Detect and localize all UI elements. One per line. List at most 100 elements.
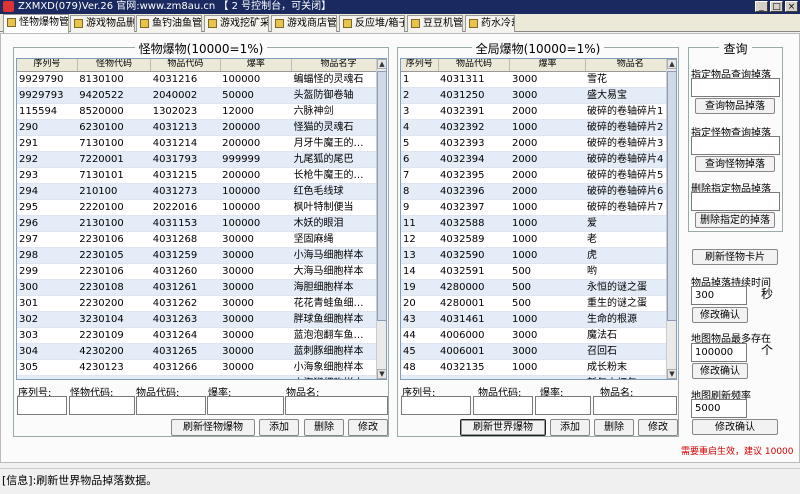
table-cell[interactable]: 爱: [585, 215, 676, 232]
table-row[interactable]: 43 4031461 1000 生命的根源: [401, 311, 676, 328]
table-cell[interactable]: 蝙蝠怪的灵魂石: [291, 71, 386, 88]
table-cell[interactable]: 297: [17, 231, 78, 248]
table-cell[interactable]: 6: [401, 151, 438, 168]
table-cell[interactable]: 3: [401, 103, 438, 120]
table-cell[interactable]: 20: [401, 295, 438, 312]
table-cell[interactable]: 30000: [220, 279, 292, 296]
table-row[interactable]: 2 4031250 3000 盛大易宝: [401, 87, 676, 104]
table-cell[interactable]: 3000: [509, 71, 585, 88]
table-cell[interactable]: 生命的根源: [585, 311, 676, 328]
table-cell[interactable]: 破碎的卷轴碎片2: [585, 119, 676, 136]
table-cell[interactable]: 成长粉末: [585, 359, 676, 376]
table-cell[interactable]: 4031263: [150, 311, 221, 328]
table-cell[interactable]: 4031265: [150, 343, 221, 360]
table-cell[interactable]: 305: [17, 359, 78, 376]
table-cell[interactable]: 2040002: [150, 87, 221, 104]
table-cell[interactable]: 293: [17, 167, 78, 184]
table-cell[interactable]: 500: [509, 263, 585, 280]
table-cell[interactable]: 8: [401, 183, 438, 200]
column-header[interactable]: 物品名字: [291, 59, 386, 72]
table-cell[interactable]: 1000: [509, 231, 585, 248]
table-cell[interactable]: 210100: [77, 183, 151, 200]
table-row[interactable]: 305 4230123 4031266 30000 小海象细胞样本: [17, 359, 386, 376]
global-seq-field[interactable]: [401, 396, 471, 415]
table-cell[interactable]: 2230109: [77, 327, 151, 344]
table-row[interactable]: 9 4032397 1000 破碎的卷轴碎片7: [401, 199, 676, 216]
monster-item-name-field[interactable]: [285, 396, 388, 415]
table-cell[interactable]: 200000: [220, 167, 292, 184]
table-row[interactable]: 20 4280001 500 重生的谜之蛋: [401, 295, 676, 312]
table-cell[interactable]: 4031214: [150, 135, 221, 152]
table-cell[interactable]: 296: [17, 215, 78, 232]
table-cell[interactable]: 2220100: [77, 199, 151, 216]
table-cell[interactable]: 1302023: [150, 103, 221, 120]
table-cell[interactable]: 295: [17, 199, 78, 216]
table-cell[interactable]: 298: [17, 247, 78, 264]
table-cell[interactable]: 9: [401, 199, 438, 216]
table-cell[interactable]: 2230200: [77, 295, 151, 312]
monster-drops-grid[interactable]: 序列号 怪物代码 物品代码 爆率 物品名字 9929790 8130100 4031216 1…: [16, 58, 387, 380]
table-row[interactable]: 1 4031311 3000 雪花: [401, 71, 676, 88]
monster-drops-scrollbar[interactable]: ▲ ▼: [376, 59, 386, 379]
table-cell[interactable]: 破碎的卷轴碎片7: [585, 199, 676, 216]
table-row[interactable]: 48 4032135 1000 成长粉末: [401, 359, 676, 376]
table-cell[interactable]: 小海马细胞样本: [291, 247, 386, 264]
table-cell[interactable]: 老: [585, 231, 676, 248]
table-cell[interactable]: 30000: [220, 247, 292, 264]
tab-monster-drops[interactable]: 怪物爆物管理: [3, 14, 69, 33]
table-cell[interactable]: 4032396: [438, 183, 510, 200]
scroll-thumb[interactable]: [667, 71, 676, 321]
map-max-confirm-button[interactable]: 修改确认: [692, 363, 748, 379]
table-row[interactable]: 9929790 8130100 4031216 100000 蝙蝠怪的灵魂石: [17, 71, 386, 88]
column-header[interactable]: 物品代码: [438, 59, 511, 72]
table-cell[interactable]: 1000: [509, 215, 585, 232]
table-cell[interactable]: 木妖的眼泪: [291, 215, 386, 232]
table-cell[interactable]: 4031264: [150, 327, 221, 344]
global-drops-scrollbar[interactable]: ▲ ▼: [666, 59, 676, 379]
table-cell[interactable]: 4280001: [438, 295, 510, 312]
table-row[interactable]: 6 4032394 2000 破碎的卷轴碎片4: [401, 151, 676, 168]
table-row[interactable]: 45 4006001 3000 召回石: [401, 343, 676, 360]
table-cell[interactable]: 蓝刺豚细胞样本: [291, 343, 386, 360]
table-row[interactable]: 4 4032392 1000 破碎的卷轴碎片2: [401, 119, 676, 136]
table-cell[interactable]: 月牙牛魔王的…: [291, 135, 386, 152]
table-cell[interactable]: 290: [17, 119, 78, 136]
table-cell[interactable]: 破碎的卷轴碎片1: [585, 103, 676, 120]
scroll-down-icon[interactable]: ▼: [377, 369, 386, 379]
table-cell[interactable]: 19: [401, 279, 438, 296]
table-row[interactable]: 12 4032589 1000 老: [401, 231, 676, 248]
tab-potion-cooldown[interactable]: 药水冷却: [465, 15, 515, 32]
table-cell[interactable]: 2230106: [77, 231, 151, 248]
table-cell[interactable]: 4031261: [150, 279, 221, 296]
monster-item-code-field[interactable]: [136, 396, 206, 415]
scroll-up-icon[interactable]: ▲: [667, 59, 676, 69]
table-cell[interactable]: 破碎的卷轴碎片6: [585, 183, 676, 200]
table-cell[interactable]: 九尾狐的尾巴: [291, 151, 386, 168]
table-cell[interactable]: 48: [401, 359, 438, 376]
table-row[interactable]: 297 2230106 4031268 30000 坚固麻绳: [17, 231, 386, 248]
table-row[interactable]: 290 6230100 4031213 200000 怪猫的灵魂石: [17, 119, 386, 136]
table-cell[interactable]: 怪猫的灵魂石: [291, 119, 386, 136]
table-cell[interactable]: 14: [401, 263, 438, 280]
table-cell[interactable]: 8520000: [77, 103, 151, 120]
table-cell[interactable]: 4031311: [438, 71, 510, 88]
table-cell[interactable]: 红色毛线球: [291, 183, 386, 200]
close-button[interactable]: ×: [785, 1, 798, 12]
table-row[interactable]: 292 7220001 4031793 999999 九尾狐的尾巴: [17, 151, 386, 168]
table-row[interactable]: 13 4032590 1000 虎: [401, 247, 676, 264]
column-header[interactable]: 物品名: [585, 59, 676, 72]
table-cell[interactable]: 294: [17, 183, 78, 200]
minimize-button[interactable]: _: [755, 1, 768, 12]
table-cell[interactable]: 12: [401, 231, 438, 248]
table-cell[interactable]: 30000: [220, 327, 292, 344]
table-cell[interactable]: 4032589: [438, 231, 510, 248]
table-cell[interactable]: 12000: [220, 103, 292, 120]
delete-item-field[interactable]: [691, 192, 780, 211]
table-cell[interactable]: 召回石: [585, 343, 676, 360]
table-cell[interactable]: 新年小红包: [585, 375, 676, 379]
table-row[interactable]: 5 4032393 2000 破碎的卷轴碎片3: [401, 135, 676, 152]
monster-rate-field[interactable]: [207, 396, 284, 415]
table-cell[interactable]: 500: [509, 279, 585, 296]
table-cell[interactable]: 长枪牛魔王的…: [291, 167, 386, 184]
table-cell[interactable]: 50000: [220, 87, 292, 104]
